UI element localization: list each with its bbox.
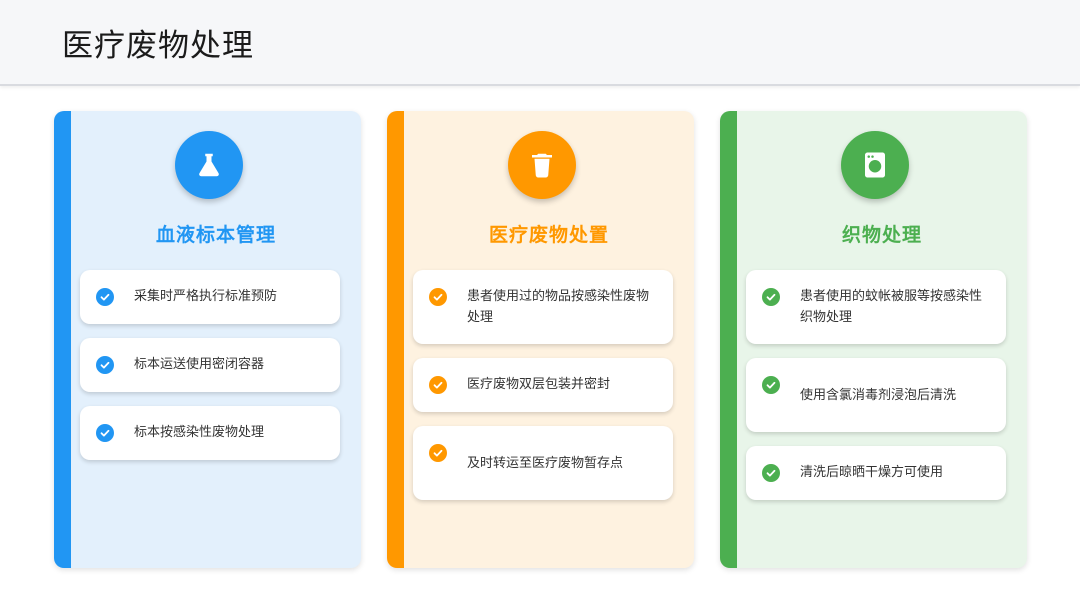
list-item-text: 使用含氯消毒剂浸泡后清洗 bbox=[800, 388, 957, 403]
card-medical-waste: 医疗废物处置 患者使用过的物品按感染性废物处理 医疗废物双层包装并密封 及时转运… bbox=[387, 111, 694, 568]
list-item: 标本运送使用密闭容器 bbox=[80, 338, 340, 392]
check-circle-icon bbox=[96, 356, 114, 374]
card-accent-bar bbox=[720, 111, 737, 568]
check-circle-icon bbox=[429, 444, 447, 462]
header-bar: 医疗废物处理 bbox=[0, 0, 1080, 86]
list-item-text: 医疗废物双层包装并密封 bbox=[467, 377, 611, 392]
list-item-text: 患者使用过的物品按感染性废物处理 bbox=[467, 289, 650, 325]
list-item-text: 及时转运至医疗废物暂存点 bbox=[467, 456, 624, 471]
list-item-text: 标本按感染性废物处理 bbox=[134, 425, 265, 440]
check-circle-icon bbox=[762, 376, 780, 394]
list-item: 清洗后晾晒干燥方可使用 bbox=[746, 446, 1006, 500]
page-title: 医疗废物处理 bbox=[62, 28, 254, 64]
list-item-text: 清洗后晾晒干燥方可使用 bbox=[800, 465, 944, 480]
card-title: 血液标本管理 bbox=[155, 224, 276, 246]
list-item-text: 患者使用的蚊帐被服等按感染性织物处理 bbox=[800, 289, 983, 325]
check-circle-icon bbox=[429, 288, 447, 306]
card-accent-bar bbox=[54, 111, 71, 568]
washing-machine-icon bbox=[841, 131, 909, 199]
flask-icon bbox=[175, 131, 243, 199]
card-textile: 织物处理 患者使用的蚊帐被服等按感染性织物处理 使用含氯消毒剂浸泡后清洗 清洗后… bbox=[720, 111, 1027, 568]
check-circle-icon bbox=[762, 288, 780, 306]
card-accent-bar bbox=[387, 111, 404, 568]
card-title: 医疗废物处置 bbox=[488, 224, 609, 246]
check-circle-icon bbox=[96, 288, 114, 306]
list-item: 采集时严格执行标准预防 bbox=[80, 270, 340, 324]
check-circle-icon bbox=[762, 464, 780, 482]
list-item: 及时转运至医疗废物暂存点 bbox=[413, 426, 673, 500]
list-item-text: 标本运送使用密闭容器 bbox=[134, 357, 265, 372]
list-item-text: 采集时严格执行标准预防 bbox=[134, 289, 278, 304]
card-blood-specimen: 血液标本管理 采集时严格执行标准预防 标本运送使用密闭容器 标本按感染性废物处理 bbox=[54, 111, 361, 568]
list-item: 使用含氯消毒剂浸泡后清洗 bbox=[746, 358, 1006, 432]
list-item: 患者使用过的物品按感染性废物处理 bbox=[413, 270, 673, 344]
list-item: 患者使用的蚊帐被服等按感染性织物处理 bbox=[746, 270, 1006, 344]
list-item: 医疗废物双层包装并密封 bbox=[413, 358, 673, 412]
check-circle-icon bbox=[429, 376, 447, 394]
check-circle-icon bbox=[96, 424, 114, 442]
list-item: 标本按感染性废物处理 bbox=[80, 406, 340, 460]
trash-icon bbox=[508, 131, 576, 199]
card-title: 织物处理 bbox=[841, 224, 922, 246]
